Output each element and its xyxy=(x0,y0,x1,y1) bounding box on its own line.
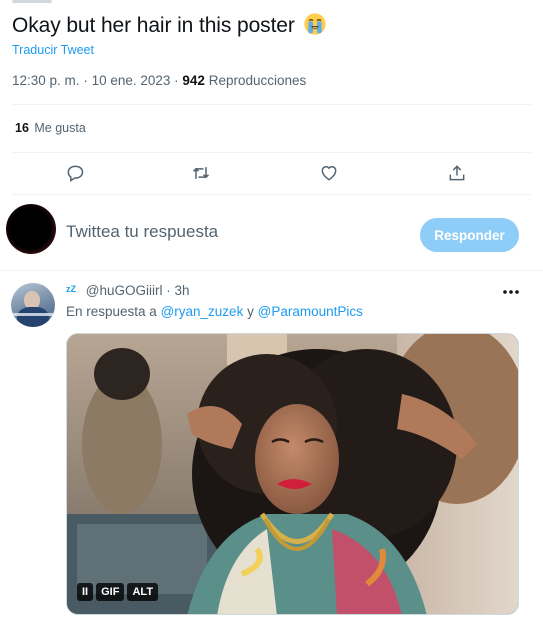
gif-media[interactable]: II GIF ALT xyxy=(66,333,519,615)
tweet-date[interactable]: 10 ene. 2023 xyxy=(92,73,171,88)
reply-input[interactable]: Twittea tu respuesta xyxy=(66,222,218,242)
reply-time[interactable]: 3h xyxy=(175,283,190,298)
views-count: 942 xyxy=(182,73,205,88)
reply-header: zZ @huGOGiiirl · 3h xyxy=(66,283,190,298)
divider xyxy=(12,194,531,195)
more-options-icon[interactable] xyxy=(500,284,522,300)
replying-prefix: En respuesta a xyxy=(66,304,157,319)
tweet-text: Okay but her hair in this poster xyxy=(12,12,327,40)
tweet-detail-view: Okay but her hair in this poster Traduci… xyxy=(0,0,543,620)
pause-gif-button[interactable]: II xyxy=(77,583,94,601)
reply-author-avatar[interactable] xyxy=(11,283,55,327)
likes-stat[interactable]: 16 Me gusta xyxy=(15,121,86,135)
retweet-icon[interactable] xyxy=(188,160,214,186)
reply-composer: Twittea tu respuesta Responder xyxy=(0,196,543,271)
alt-text-button[interactable]: ALT xyxy=(127,583,159,601)
likes-count: 16 xyxy=(15,121,29,135)
previous-content-edge xyxy=(12,0,52,3)
divider xyxy=(12,152,531,153)
like-icon[interactable] xyxy=(316,160,342,186)
likes-label: Me gusta xyxy=(34,121,86,135)
translate-tweet-link[interactable]: Traducir Tweet xyxy=(12,43,94,57)
gif-badge: GIF xyxy=(96,583,125,601)
share-icon[interactable] xyxy=(444,160,470,186)
tweet-actions-bar xyxy=(0,160,543,186)
mention-link[interactable]: @ParamountPics xyxy=(258,304,363,319)
reply-icon[interactable] xyxy=(62,160,88,186)
reply-handle[interactable]: @huGOGiiirl xyxy=(86,283,163,298)
gif-frame-image xyxy=(67,334,518,614)
views-label: Reproducciones xyxy=(208,73,307,88)
reply-tweet[interactable]: zZ @huGOGiiirl · 3h En respuesta a @ryan… xyxy=(0,271,543,620)
reply-separator: · xyxy=(166,283,171,298)
replying-conjunction: y xyxy=(247,304,254,319)
divider xyxy=(12,104,531,105)
replying-to: En respuesta a @ryan_zuzek y @ParamountP… xyxy=(66,304,363,319)
mention-link[interactable]: @ryan_zuzek xyxy=(161,304,244,319)
tweet-time[interactable]: 12:30 p. m. xyxy=(12,73,80,88)
media-badges: II GIF ALT xyxy=(77,583,159,601)
tweet-meta: 12:30 p. m. · 10 ene. 2023 · 942 Reprodu… xyxy=(12,73,307,88)
tweet-text-content: Okay but her hair in this poster xyxy=(12,14,295,37)
reply-button[interactable]: Responder xyxy=(420,218,519,252)
avatar[interactable] xyxy=(6,204,56,254)
sleep-zz-icon: zZ xyxy=(66,284,76,294)
loudly-crying-face-icon xyxy=(303,13,326,35)
